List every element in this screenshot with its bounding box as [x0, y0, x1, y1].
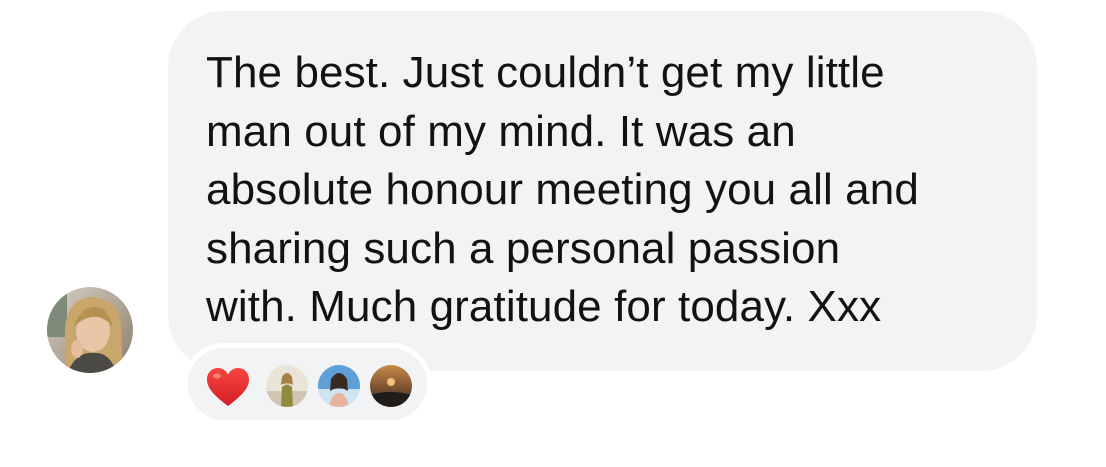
message-bubble[interactable]: The best. Just couldn’t get my little ma…: [168, 11, 1037, 371]
avatar-photo: [47, 287, 133, 373]
reactor-avatar[interactable]: [370, 365, 412, 407]
reactor-avatar-photo: [318, 365, 360, 407]
sender-avatar[interactable]: [47, 287, 133, 373]
reactor-avatar[interactable]: [266, 365, 308, 407]
reactor-avatar-photo: [266, 365, 308, 407]
heart-reaction-icon: [207, 368, 249, 406]
reactions-bar[interactable]: [183, 343, 432, 425]
message-text: The best. Just couldn’t get my little ma…: [206, 48, 919, 331]
reactor-avatar-photo: [370, 365, 412, 407]
reactor-avatar[interactable]: [318, 365, 360, 407]
